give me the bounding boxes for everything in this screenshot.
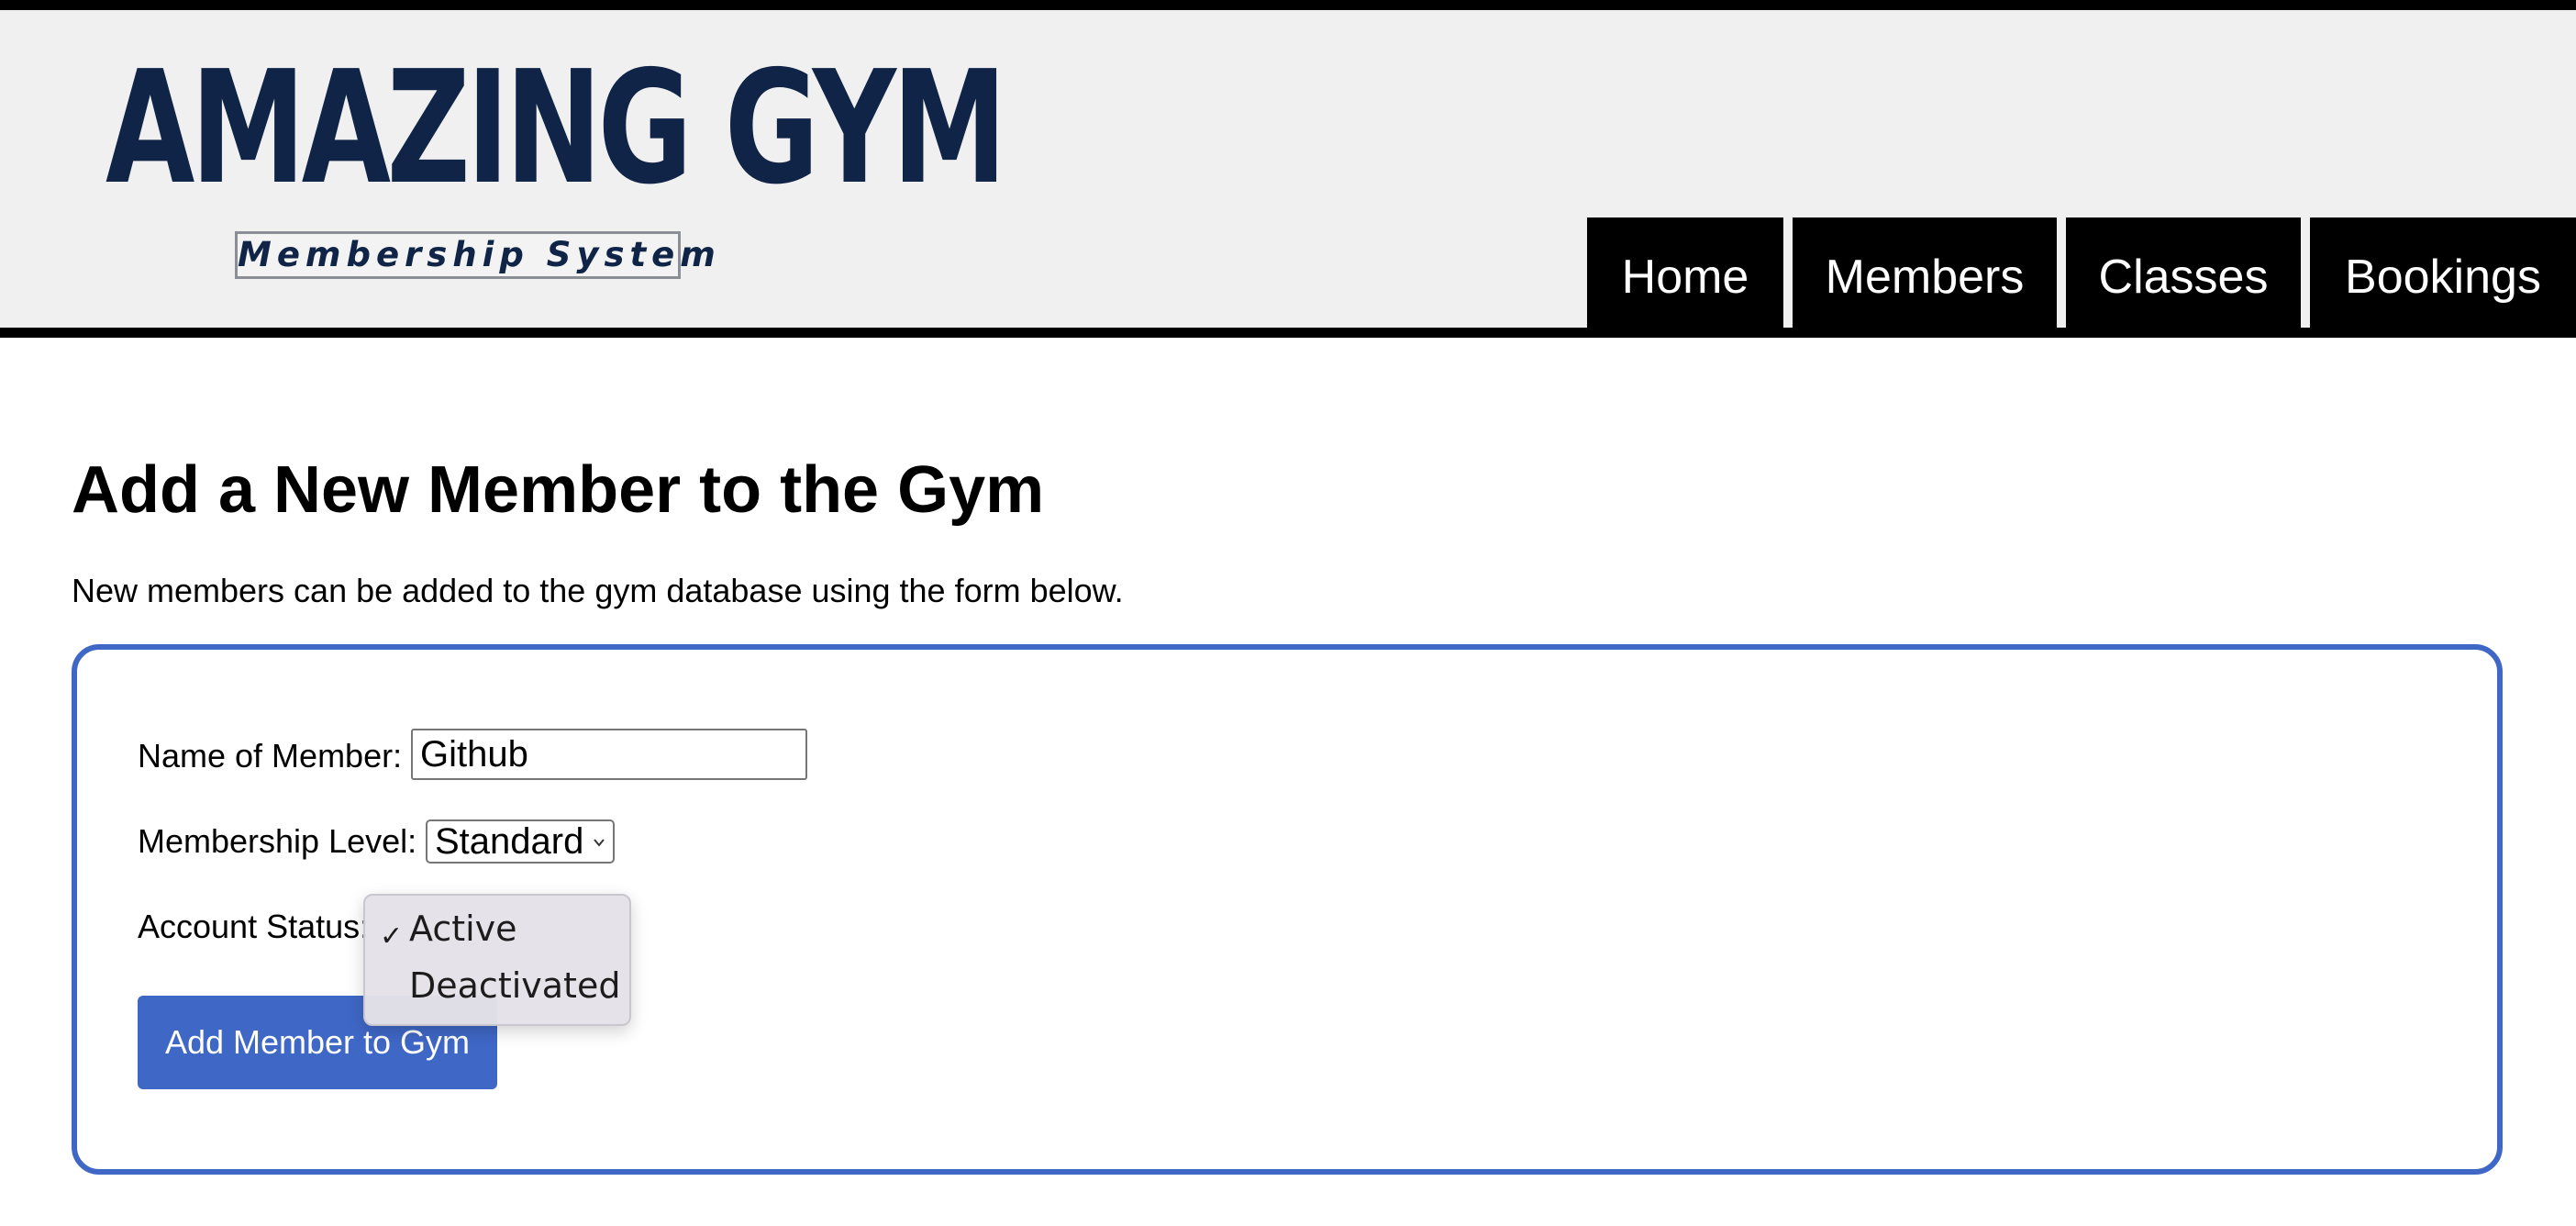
status-option-active[interactable]: Active	[409, 907, 517, 951]
account-status-label: Account Status:	[138, 908, 370, 945]
logo-subtitle: Membership System	[235, 231, 716, 279]
account-status-dropdown: ✓ Active Deactivated	[363, 894, 631, 1026]
name-label: Name of Member:	[138, 737, 403, 775]
membership-level-label: Membership Level:	[138, 822, 417, 860]
intro-text: New members can be added to the gym data…	[72, 572, 1124, 609]
membership-level-value: Standard	[435, 821, 584, 862]
nav-home[interactable]: Home	[1587, 217, 1783, 338]
site-header: AMAZING GYM Membership System Home Membe…	[0, 0, 2576, 338]
nav-classes[interactable]: Classes	[2066, 217, 2301, 338]
nav-bookings[interactable]: Bookings	[2310, 217, 2576, 338]
check-icon: ✓	[380, 920, 404, 953]
nav-members[interactable]: Members	[1793, 217, 2057, 338]
main-nav: Home Members Classes Bookings	[1587, 217, 2576, 338]
page-title: Add a New Member to the Gym	[72, 453, 1045, 527]
membership-level-select[interactable]: Standard	[426, 819, 615, 864]
logo-title: AMAZING GYM	[105, 38, 1007, 219]
member-name-input[interactable]	[411, 729, 807, 780]
status-option-deactivated[interactable]: Deactivated	[409, 964, 620, 1008]
logo[interactable]: AMAZING GYM Membership System	[105, 38, 1007, 285]
chevron-down-icon	[594, 839, 605, 847]
